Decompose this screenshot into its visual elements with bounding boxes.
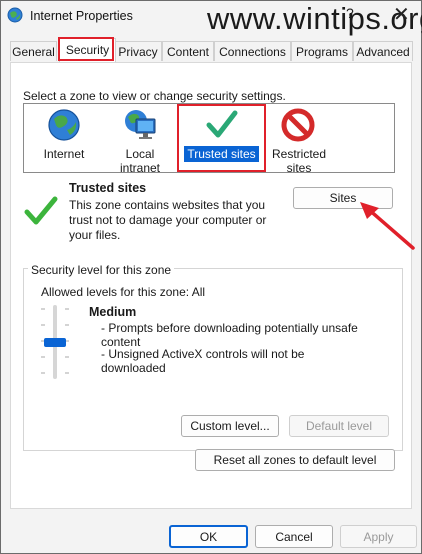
internet-options-icon xyxy=(7,7,23,23)
internet-properties-window: Internet Properties www.wintips.org ? ✕ … xyxy=(0,0,422,554)
custom-level-button[interactable]: Custom level... xyxy=(181,415,279,437)
apply-button[interactable]: Apply xyxy=(340,525,417,548)
monitor-globe-icon xyxy=(125,110,156,139)
zone-prompt: Select a zone to view or change security… xyxy=(23,89,286,103)
level-detail-1: - Prompts before downloading potentially… xyxy=(101,321,358,335)
zone-internet[interactable]: Internet xyxy=(27,107,101,162)
reset-all-zones-button[interactable]: Reset all zones to default level xyxy=(195,449,395,471)
window-title: Internet Properties xyxy=(30,9,133,23)
cancel-button[interactable]: Cancel xyxy=(255,525,333,548)
allowed-levels-text: Allowed levels for this zone: All xyxy=(41,285,206,299)
trusted-sites-highlight xyxy=(177,104,266,172)
zone-restricted-sites[interactable]: Restricted sites xyxy=(267,107,329,176)
ok-button[interactable]: OK xyxy=(169,525,248,548)
level-detail-3: - Unsigned ActiveX controls will not be … xyxy=(101,347,305,375)
security-level-slider[interactable] xyxy=(38,301,78,381)
zone-local-intranet[interactable]: Local intranet xyxy=(101,107,179,176)
tab-content[interactable]: Content xyxy=(162,41,214,61)
tab-general[interactable]: General xyxy=(10,41,57,61)
red-arrow-annotation xyxy=(360,202,415,250)
zone-label: Local intranet xyxy=(119,147,161,175)
tab-advanced[interactable]: Advanced xyxy=(353,41,413,61)
close-button[interactable]: ✕ xyxy=(393,2,410,27)
tab-privacy[interactable]: Privacy xyxy=(114,41,162,61)
security-level-legend: Security level for this zone xyxy=(28,263,175,277)
zone-info-description: This zone contains websites that you tru… xyxy=(69,198,267,242)
default-level-button[interactable]: Default level xyxy=(289,415,389,437)
checkmark-icon xyxy=(24,196,58,225)
tab-programs[interactable]: Programs xyxy=(291,41,353,61)
globe-icon xyxy=(48,109,80,141)
title-bar: Internet Properties www.wintips.org ? ✕ xyxy=(1,1,422,36)
help-button[interactable]: ? xyxy=(346,5,354,21)
zone-label: Restricted sites xyxy=(271,147,327,175)
watermark: www.wintips.org xyxy=(207,1,422,36)
tab-connections[interactable]: Connections xyxy=(214,41,291,61)
security-level-name: Medium xyxy=(89,305,137,319)
zone-label: Internet xyxy=(43,147,85,161)
no-entry-icon xyxy=(281,108,315,142)
security-tab-highlight xyxy=(58,37,114,61)
zone-info-title: Trusted sites xyxy=(69,181,147,195)
